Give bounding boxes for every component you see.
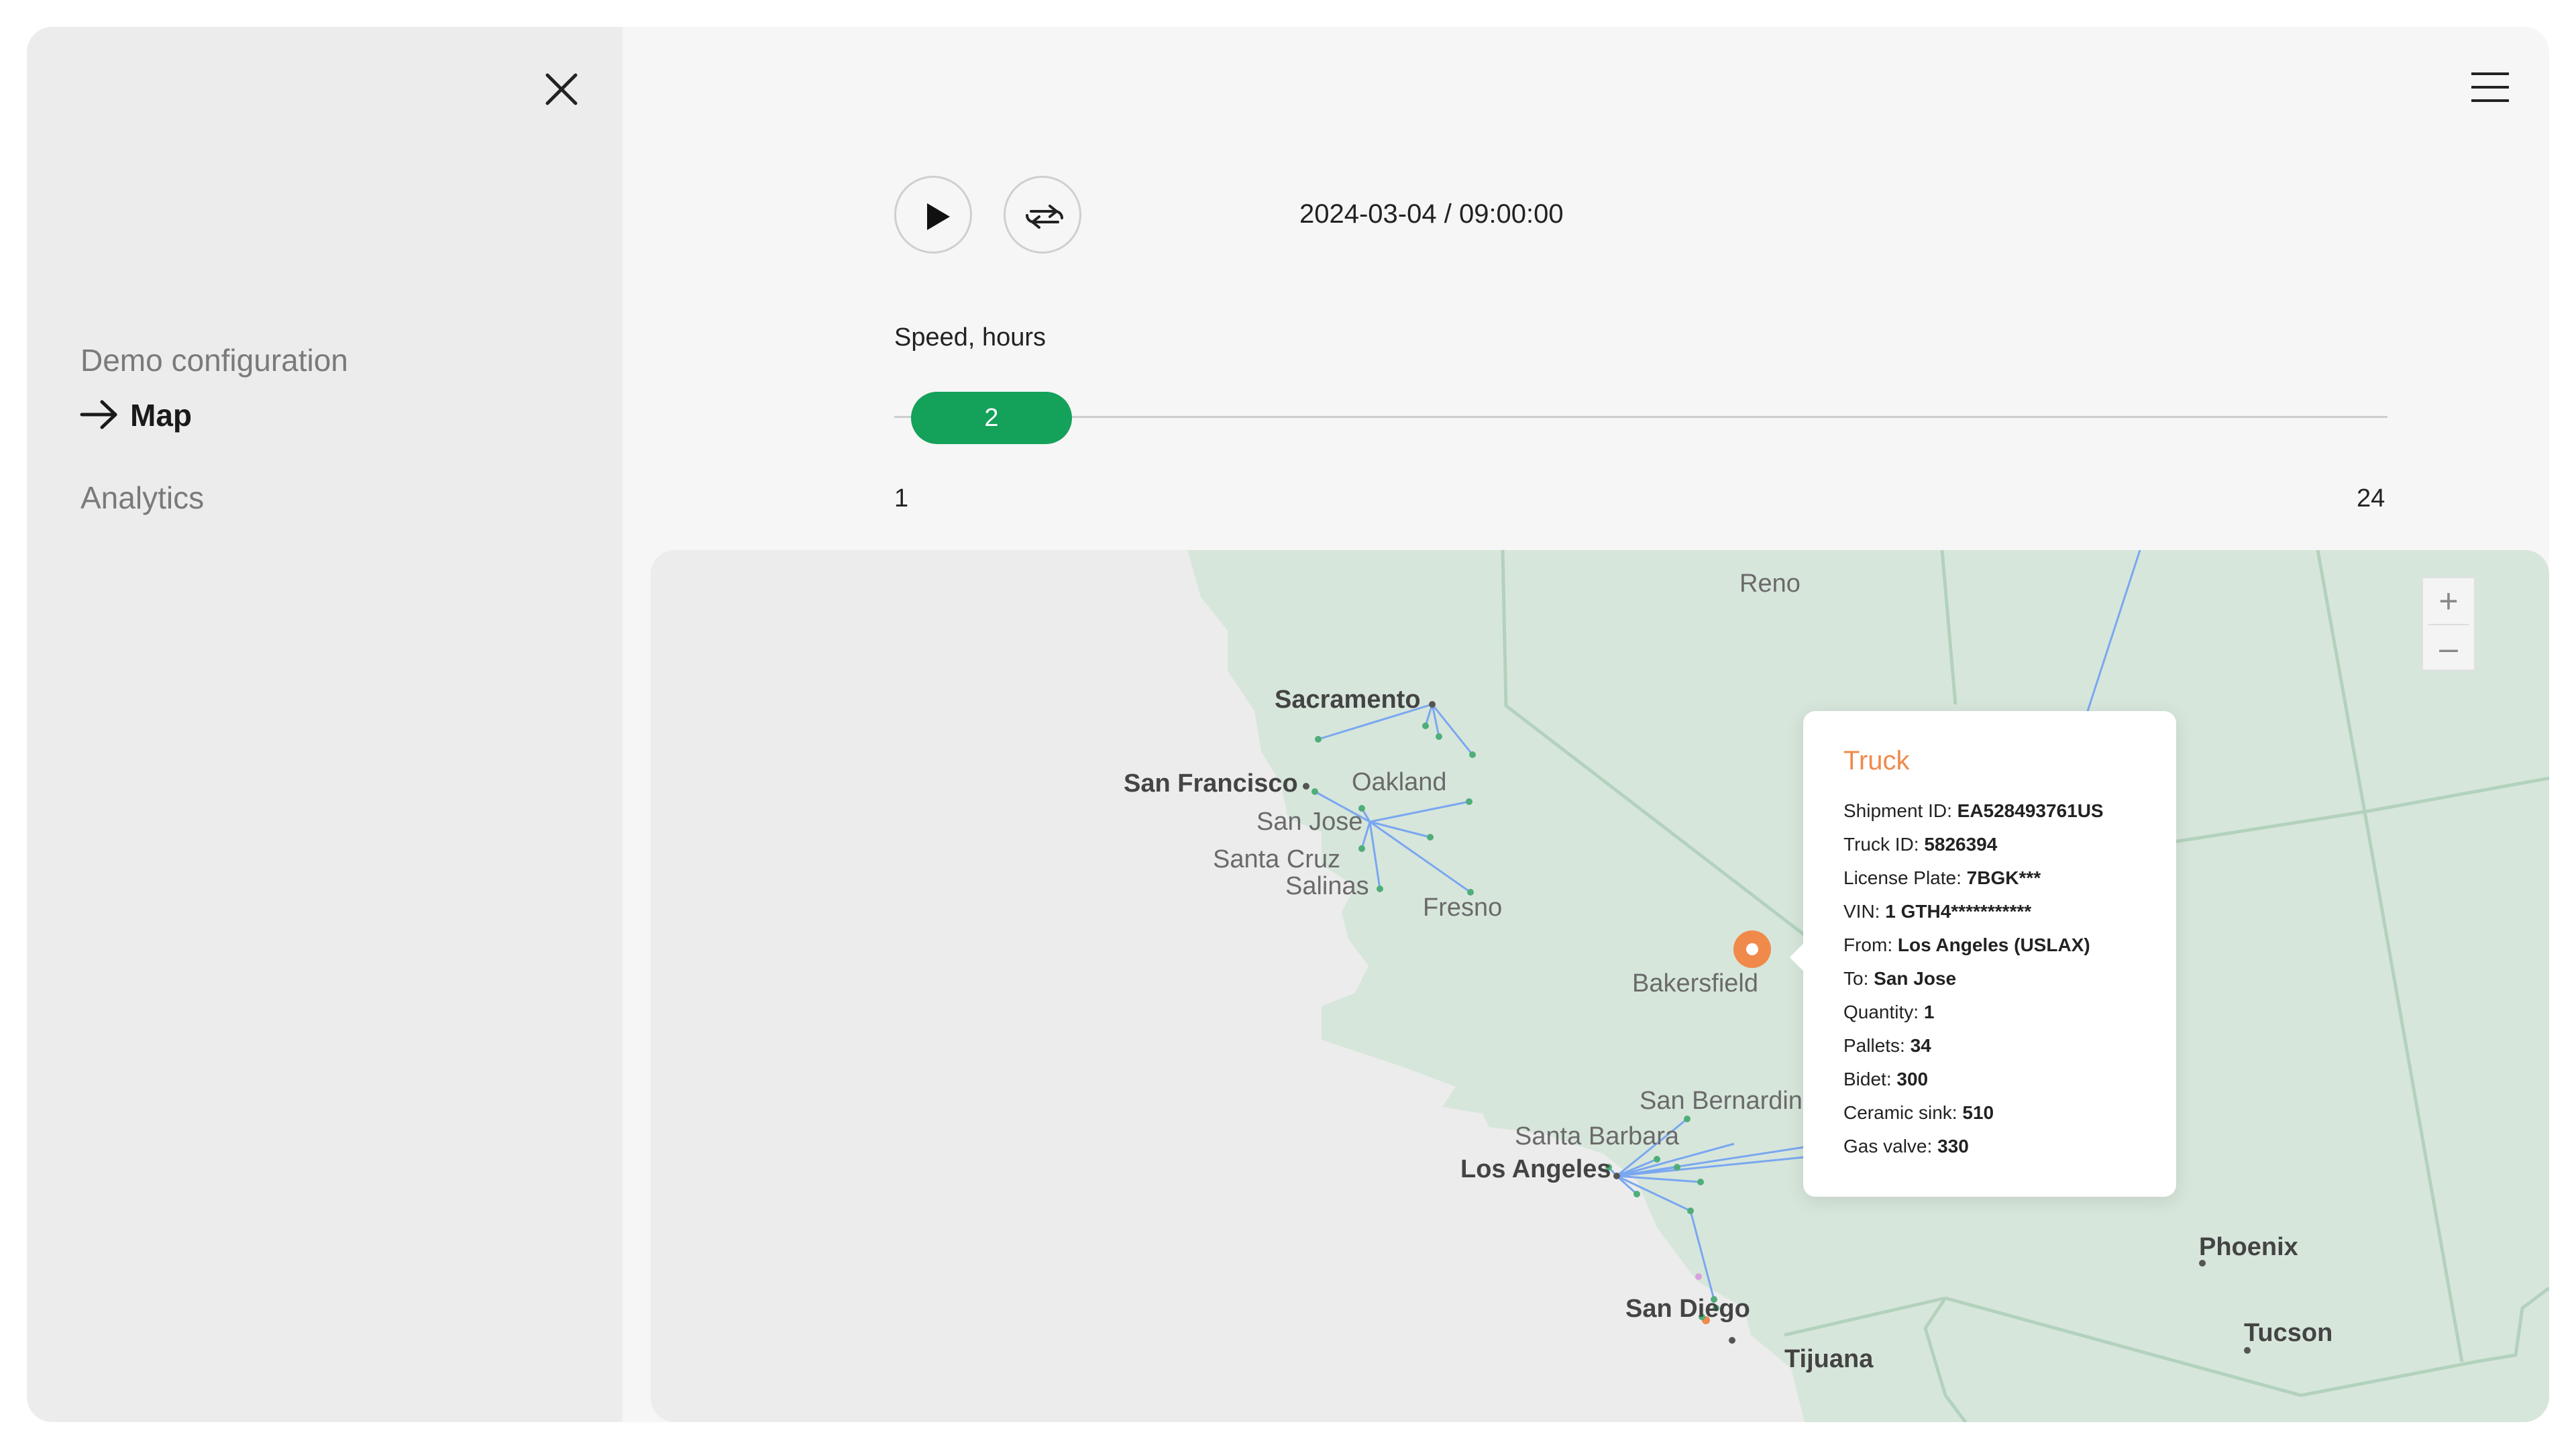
city-label-santa-cruz: Santa Cruz [1213,845,1341,873]
sidebar-item-analytics[interactable]: Analytics [80,480,204,516]
sidebar: Demo configuration Map Analytics [27,27,623,1422]
row-value: 34 [1910,1035,1931,1056]
city-label-santa-barbara: Santa Barbara [1515,1122,1680,1150]
row-label: Bidet: [1843,1069,1892,1089]
row-label: Pallets: [1843,1035,1905,1056]
popup-row-shipment-id: Shipment ID: EA528493761US [1843,800,2104,822]
row-label: VIN: [1843,901,1880,922]
row-label: License Plate: [1843,867,1962,888]
zoom-in-button[interactable]: + [2423,578,2474,624]
row-label: Ceramic sink: [1843,1102,1957,1123]
arrow-right-icon [80,400,117,429]
sidebar-item-label: Analytics [80,480,205,515]
hamburger-menu-icon[interactable] [2469,70,2512,105]
row-value: 300 [1896,1069,1929,1089]
play-icon [927,203,950,230]
speed-slider-track[interactable] [894,416,2387,418]
row-value: EA528493761US [1957,800,2104,821]
city-label-san-bernardino: San Bernardin [1640,1087,1803,1115]
row-value: 1 GTH4*********** [1885,901,2032,922]
current-datetime: 2024-03-04 / 09:00:00 [1299,199,1564,229]
popup-row-pallets: Pallets: 34 [1843,1035,1931,1057]
main-panel: 2024-03-04 / 09:00:00 Speed, hours 2 1 2… [623,27,2549,1422]
truck-marker-center [1746,943,1758,955]
truck-info-popup: Truck Shipment ID: EA528493761US Truck I… [1789,711,2176,1197]
city-label-fresno: Fresno [1423,894,1503,922]
row-value: Los Angeles (USLAX) [1897,934,2090,955]
popup-row-from: From: Los Angeles (USLAX) [1843,934,2090,956]
popup-row-to: To: San Jose [1843,968,1956,989]
popup-title: Truck [1843,746,1910,775]
zoom-controls: + – [2422,577,2475,671]
row-value: 330 [1937,1136,1969,1157]
popup-row-gas-valve: Gas valve: 330 [1843,1136,1969,1157]
city-label-los-angeles: Los Angeles [1460,1155,1611,1183]
repeat-button[interactable] [1004,176,1081,254]
repeat-icon [1026,205,1063,229]
city-label-oakland: Oakland [1352,768,1447,796]
row-value: 5826394 [1924,834,1998,855]
row-label: From: [1843,934,1893,955]
speed-slider-thumb[interactable]: 2 [911,392,1072,444]
marker-pink [1695,1273,1702,1280]
close-icon[interactable] [538,66,585,113]
row-label: To: [1843,968,1869,989]
city-label-san-jose: San Jose [1256,808,1363,836]
sidebar-item-label: Map [130,398,192,433]
city-label-reno: Reno [1739,570,1801,598]
speed-min-label: 1 [894,484,909,513]
sidebar-item-map[interactable]: Map [130,397,192,433]
popup-row-ceramic-sink: Ceramic sink: 510 [1843,1102,1994,1124]
popup-row-license-plate: License Plate: 7BGK*** [1843,867,2041,889]
speed-max-label: 24 [2357,484,2385,513]
city-label-tucson: Tucson [2244,1319,2333,1347]
sidebar-item-label: Demo configuration [80,343,348,378]
city-label-phoenix: Phoenix [2199,1233,2298,1261]
row-value: 7BGK*** [1966,867,2041,888]
sidebar-item-demo-configuration[interactable]: Demo configuration [80,342,348,378]
zoom-out-button[interactable]: – [2423,625,2474,671]
city-label-san-francisco: San Francisco [1124,769,1298,798]
city-label-san-diego: San Diego [1625,1295,1750,1323]
row-label: Shipment ID: [1843,800,1952,821]
app-window: Demo configuration Map Analytics 2024-03… [27,27,2549,1422]
city-label-salinas: Salinas [1285,872,1369,900]
popup-row-truck-id: Truck ID: 5826394 [1843,834,1997,855]
map-view[interactable]: Reno Sacramento San Francisco Oakland Sa… [651,550,2549,1422]
city-label-sacramento: Sacramento [1275,686,1421,714]
row-label: Truck ID: [1843,834,1919,855]
row-value: San Jose [1874,968,1957,989]
popup-row-quantity: Quantity: 1 [1843,1002,1934,1023]
row-label: Quantity: [1843,1002,1919,1022]
popup-row-vin: VIN: 1 GTH4*********** [1843,901,2031,922]
city-label-tijuana: Tijuana [1784,1345,1874,1373]
map-canvas [651,550,2549,1422]
city-label-bakersfield: Bakersfield [1632,969,1758,998]
row-value: 510 [1962,1102,1994,1123]
play-button[interactable] [894,176,972,254]
row-label: Gas valve: [1843,1136,1933,1157]
speed-label: Speed, hours [894,323,1046,352]
row-value: 1 [1923,1002,1935,1022]
popup-row-bidet: Bidet: 300 [1843,1069,1928,1090]
